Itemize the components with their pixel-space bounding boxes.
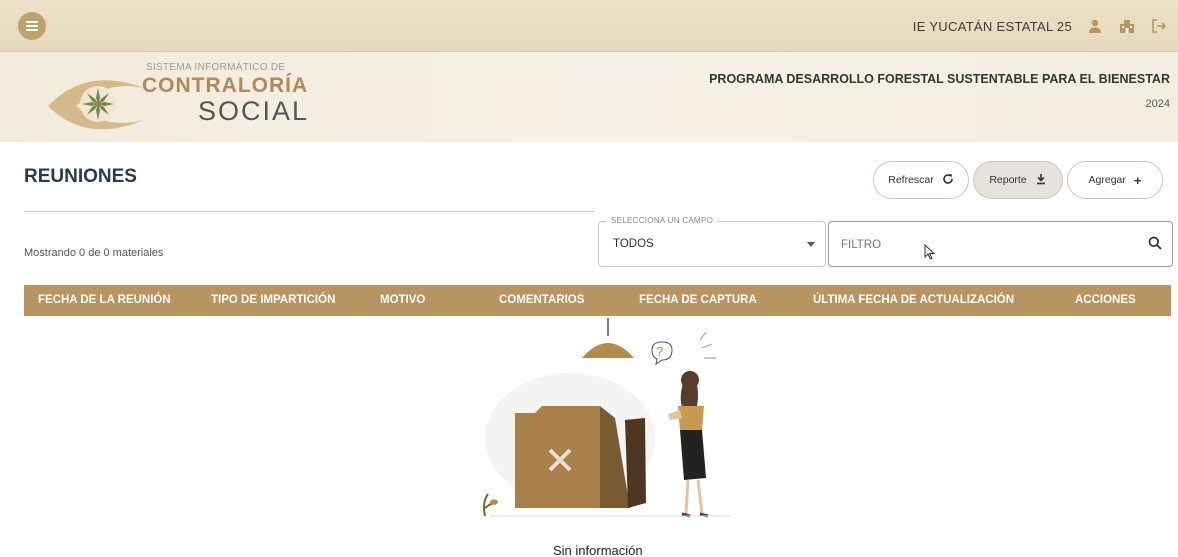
report-button[interactable]: Reporte xyxy=(973,161,1063,199)
contraloria-social-logo: SISTEMA INFORMÁTICO DE CONTRALORÍA SOCIA… xyxy=(46,58,310,138)
page-title: REUNIONES xyxy=(24,166,137,187)
report-button-label: Reporte xyxy=(989,174,1027,186)
filter-input[interactable] xyxy=(841,234,1131,256)
action-buttons: Refrescar Reporte Agregar + xyxy=(873,161,1167,199)
logo-title: CONTRALORÍA xyxy=(142,74,309,97)
svg-text:?: ? xyxy=(656,344,663,359)
user-icon[interactable] xyxy=(1086,17,1104,35)
refresh-icon xyxy=(942,173,954,188)
table-header: FECHA DE LA REUNIÓN TIPO DE IMPARTICIÓN … xyxy=(24,285,1171,316)
results-count: Mostrando 0 de 0 materiales xyxy=(24,247,164,259)
mouse-cursor-icon xyxy=(924,243,936,265)
top-bar: IE YUCATÁN ESTATAL 25 xyxy=(0,0,1178,52)
field-select[interactable]: SELECCIONA UN CAMPO TODOS xyxy=(598,216,826,267)
logo-emblem-icon xyxy=(48,80,144,130)
title-divider xyxy=(24,211,594,212)
header-band: SISTEMA INFORMÁTICO DE CONTRALORÍA SOCIA… xyxy=(0,52,1178,142)
empty-state-illustration: ? xyxy=(470,318,750,548)
chevron-down-icon xyxy=(807,242,815,247)
column-header-last-update[interactable]: ÚLTIMA FECHA DE ACTUALIZACIÓN xyxy=(813,294,1014,306)
column-header-delivery-type[interactable]: TIPO DE IMPARTICIÓN xyxy=(211,294,335,306)
program-title: PROGRAMA DESARROLLO FORESTAL SUSTENTABLE… xyxy=(709,72,1170,86)
column-header-actions: ACCIONES xyxy=(1075,294,1136,306)
column-header-meeting-date[interactable]: FECHA DE LA REUNIÓN xyxy=(38,294,171,306)
school-building-icon[interactable] xyxy=(1118,17,1136,35)
hamburger-icon xyxy=(26,20,38,32)
column-header-comments[interactable]: COMENTARIOS xyxy=(499,294,584,306)
field-select-label: SELECCIONA UN CAMPO xyxy=(607,216,718,225)
download-icon xyxy=(1035,173,1047,188)
add-button[interactable]: Agregar + xyxy=(1067,161,1163,199)
column-header-capture-date[interactable]: FECHA DE CAPTURA xyxy=(639,294,757,306)
school-name: IE YUCATÁN ESTATAL 25 xyxy=(912,18,1072,34)
logo-social: SOCIAL xyxy=(198,96,310,126)
column-header-reason[interactable]: MOTIVO xyxy=(380,294,425,306)
field-select-value: TODOS xyxy=(613,238,654,250)
program-year: 2024 xyxy=(1145,98,1170,110)
filter-field xyxy=(828,221,1173,267)
plus-icon: + xyxy=(1133,172,1142,188)
hamburger-menu-button[interactable] xyxy=(18,12,46,40)
search-icon[interactable] xyxy=(1148,236,1162,255)
logo-subtitle: SISTEMA INFORMÁTICO DE xyxy=(146,62,286,73)
topbar-right: IE YUCATÁN ESTATAL 25 xyxy=(913,0,1168,52)
refresh-button-label: Refrescar xyxy=(888,174,934,186)
add-button-label: Agregar xyxy=(1088,174,1126,186)
refresh-button[interactable]: Refrescar xyxy=(873,161,969,199)
empty-state-text: Sin información xyxy=(553,543,643,557)
logout-icon[interactable] xyxy=(1150,17,1168,35)
